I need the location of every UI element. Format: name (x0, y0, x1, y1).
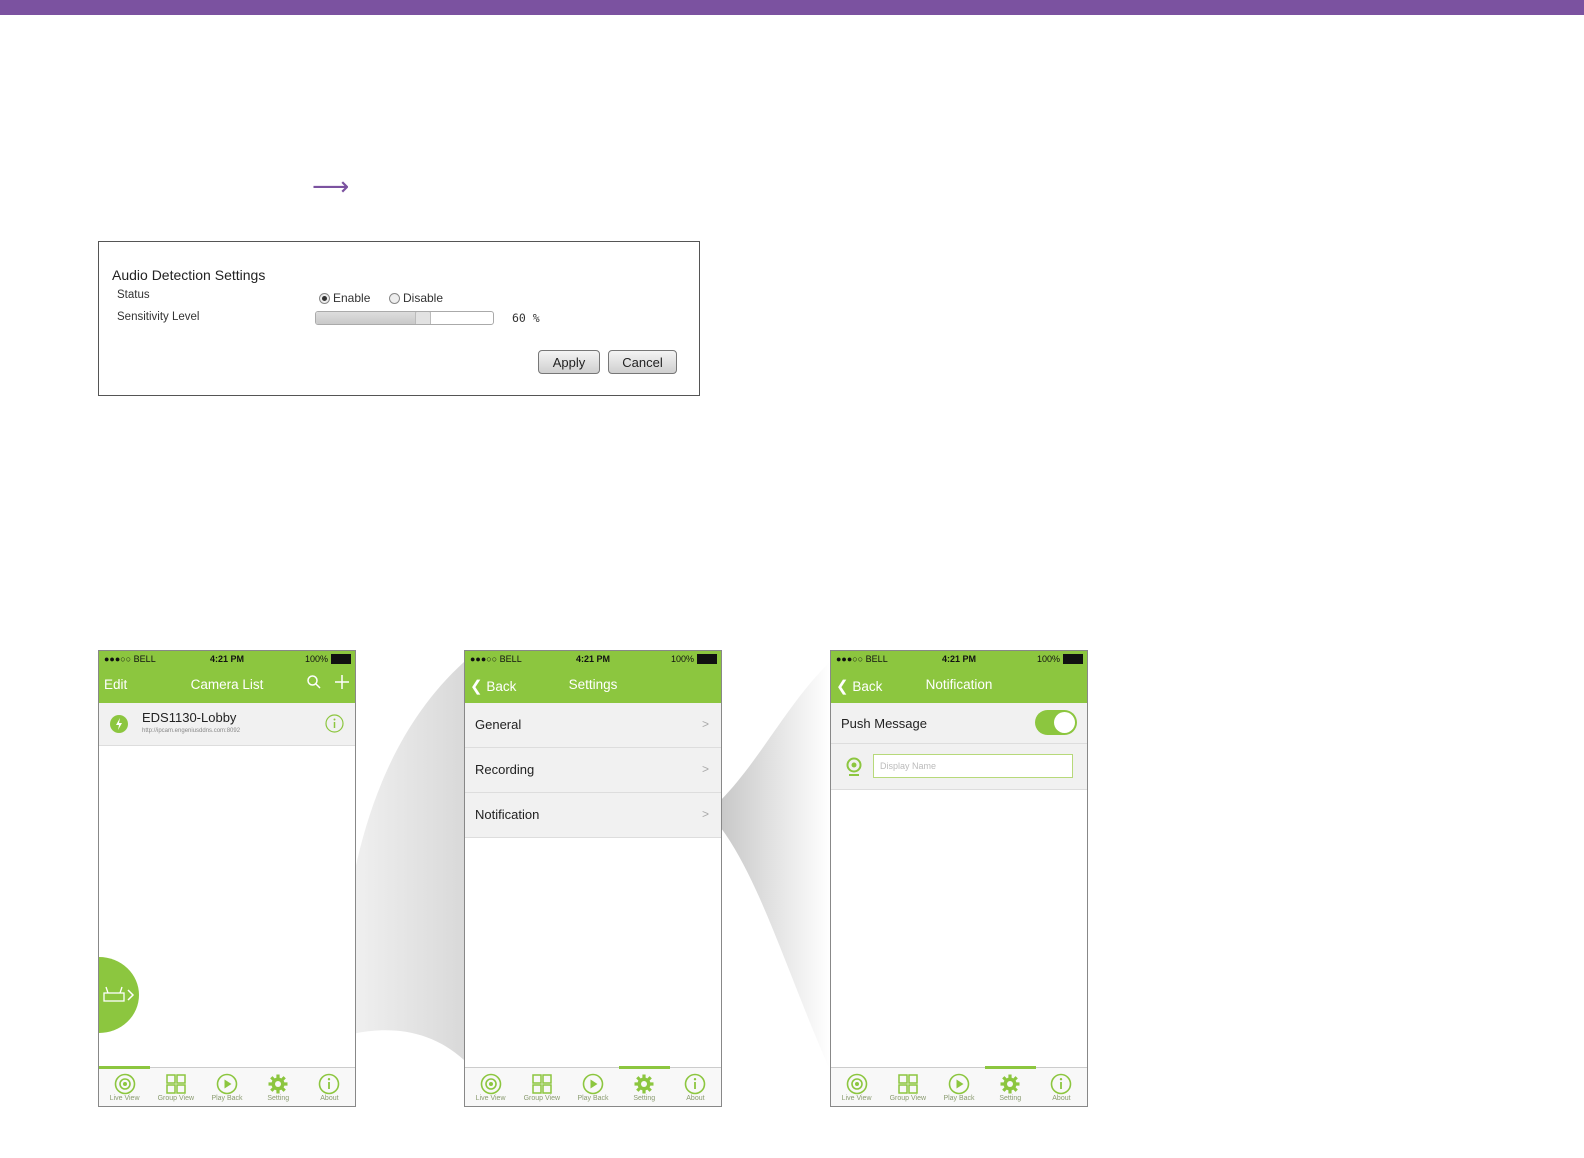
push-message-row: Push Message (831, 703, 1087, 744)
push-message-label: Push Message (841, 716, 927, 731)
tab-bar: Live View Group View Play Back Setting About (465, 1066, 721, 1106)
push-message-toggle[interactable] (1035, 710, 1077, 735)
live-view-icon (99, 1073, 150, 1095)
nav-title: Notification (925, 677, 993, 692)
tab-play-back[interactable]: Play Back (567, 1068, 618, 1106)
group-view-icon (516, 1073, 567, 1095)
status-bar: ●●●○○ BELL 4:21 PM 100% (831, 651, 1087, 668)
tab-label: Live View (475, 1095, 506, 1102)
add-icon[interactable] (334, 674, 350, 690)
chevron-right-icon: > (701, 807, 709, 821)
tab-bar: Live View Group View Play Back Setting About (831, 1066, 1087, 1106)
battery-percent: 100% (670, 654, 694, 664)
battery-indicator: 100% (305, 654, 351, 664)
play-back-icon (567, 1073, 618, 1095)
tab-label: Setting (999, 1095, 1022, 1102)
tab-label: About (320, 1095, 339, 1102)
battery-icon (697, 654, 717, 664)
nav-bar: ❮ Back Settings (465, 668, 721, 703)
settings-item-label: Recording (475, 762, 535, 777)
live-view-icon (831, 1073, 882, 1095)
gear-icon (985, 1073, 1036, 1095)
tab-live-view[interactable]: Live View (831, 1068, 882, 1106)
settings-item-general[interactable]: General > (465, 703, 721, 748)
status-bar: ●●●○○ BELL 4:21 PM 100% (99, 651, 355, 668)
tab-about[interactable]: About (670, 1068, 721, 1106)
info-icon (304, 1073, 355, 1095)
tab-about[interactable]: About (1036, 1068, 1087, 1106)
settings-item-notification[interactable]: Notification > (465, 793, 721, 838)
live-view-icon (465, 1073, 516, 1095)
battery-icon (331, 654, 351, 664)
tab-label: About (1052, 1095, 1071, 1102)
camera-list-item[interactable]: EDS1130-Lobby http://ipcam.engeniusddns.… (99, 703, 355, 746)
tab-about[interactable]: About (304, 1068, 355, 1106)
phone-notification: ●●●○○ BELL 4:21 PM 100% ❮ Back Notificat… (830, 650, 1088, 1107)
battery-indicator: 100% (1037, 654, 1083, 664)
settings-item-label: General (475, 717, 522, 732)
settings-item-recording[interactable]: Recording > (465, 748, 721, 793)
phone-settings: ●●●○○ BELL 4:21 PM 100% ❮ Back Settings … (464, 650, 722, 1107)
tab-play-back[interactable]: Play Back (201, 1068, 252, 1106)
device-setup-button[interactable] (99, 957, 139, 1033)
toggle-knob (1054, 712, 1075, 733)
info-icon (1036, 1073, 1087, 1095)
tab-label: Group View (523, 1095, 561, 1102)
play-back-icon (201, 1073, 252, 1095)
battery-indicator: 100% (671, 654, 717, 664)
nav-bar: ❮ Back Notification (831, 668, 1087, 703)
tab-label: Group View (157, 1095, 195, 1102)
tab-setting[interactable]: Setting (984, 1066, 1037, 1106)
camera-name: EDS1130-Lobby (142, 710, 237, 725)
tab-live-view[interactable]: Live View (465, 1068, 516, 1106)
battery-icon (1063, 654, 1083, 664)
tab-setting[interactable]: Setting (618, 1066, 671, 1106)
phone-camera-list: ●●●○○ BELL 4:21 PM 100% Edit Camera List… (98, 650, 356, 1107)
battery-percent: 100% (304, 654, 328, 664)
group-view-icon (150, 1073, 201, 1095)
tab-play-back[interactable]: Play Back (933, 1068, 984, 1106)
group-view-icon (882, 1073, 933, 1095)
tab-label: Play Back (211, 1095, 243, 1102)
gear-icon (619, 1073, 670, 1095)
tab-group-view[interactable]: Group View (150, 1068, 201, 1106)
status-bar: ●●●○○ BELL 4:21 PM 100% (465, 651, 721, 668)
info-icon[interactable] (325, 714, 344, 733)
router-icon (103, 986, 135, 1002)
tab-live-view[interactable]: Live View (99, 1066, 151, 1106)
chevron-right-icon: > (701, 762, 709, 776)
tab-label: Setting (267, 1095, 290, 1102)
tab-group-view[interactable]: Group View (882, 1068, 933, 1106)
play-back-icon (933, 1073, 984, 1095)
gear-icon (253, 1073, 304, 1095)
nav-bar: Edit Camera List (99, 668, 355, 703)
search-icon[interactable] (306, 674, 322, 690)
tab-bar: Live View Group View Play Back Setting About (99, 1066, 355, 1106)
display-name-input[interactable]: Display Name (873, 754, 1073, 778)
battery-percent: 100% (1036, 654, 1060, 664)
tab-setting[interactable]: Setting (253, 1068, 304, 1106)
chevron-right-icon: > (701, 717, 709, 731)
nav-title: Settings (568, 677, 618, 692)
tab-label: Live View (841, 1095, 872, 1102)
camera-url: http://ipcam.engeniusddns.com:8092 (142, 728, 241, 734)
tab-label: Play Back (577, 1095, 609, 1102)
tab-group-view[interactable]: Group View (516, 1068, 567, 1106)
info-icon (670, 1073, 721, 1095)
settings-item-label: Notification (475, 807, 540, 822)
tab-label: Group View (889, 1095, 927, 1102)
camera-status-icon (110, 715, 128, 733)
tab-label: Setting (633, 1095, 656, 1102)
tab-label: Play Back (943, 1095, 975, 1102)
display-name-row: Display Name (831, 744, 1087, 790)
tab-label: Live View (109, 1095, 140, 1102)
camera-icon (846, 757, 862, 776)
tab-label: About (686, 1095, 705, 1102)
